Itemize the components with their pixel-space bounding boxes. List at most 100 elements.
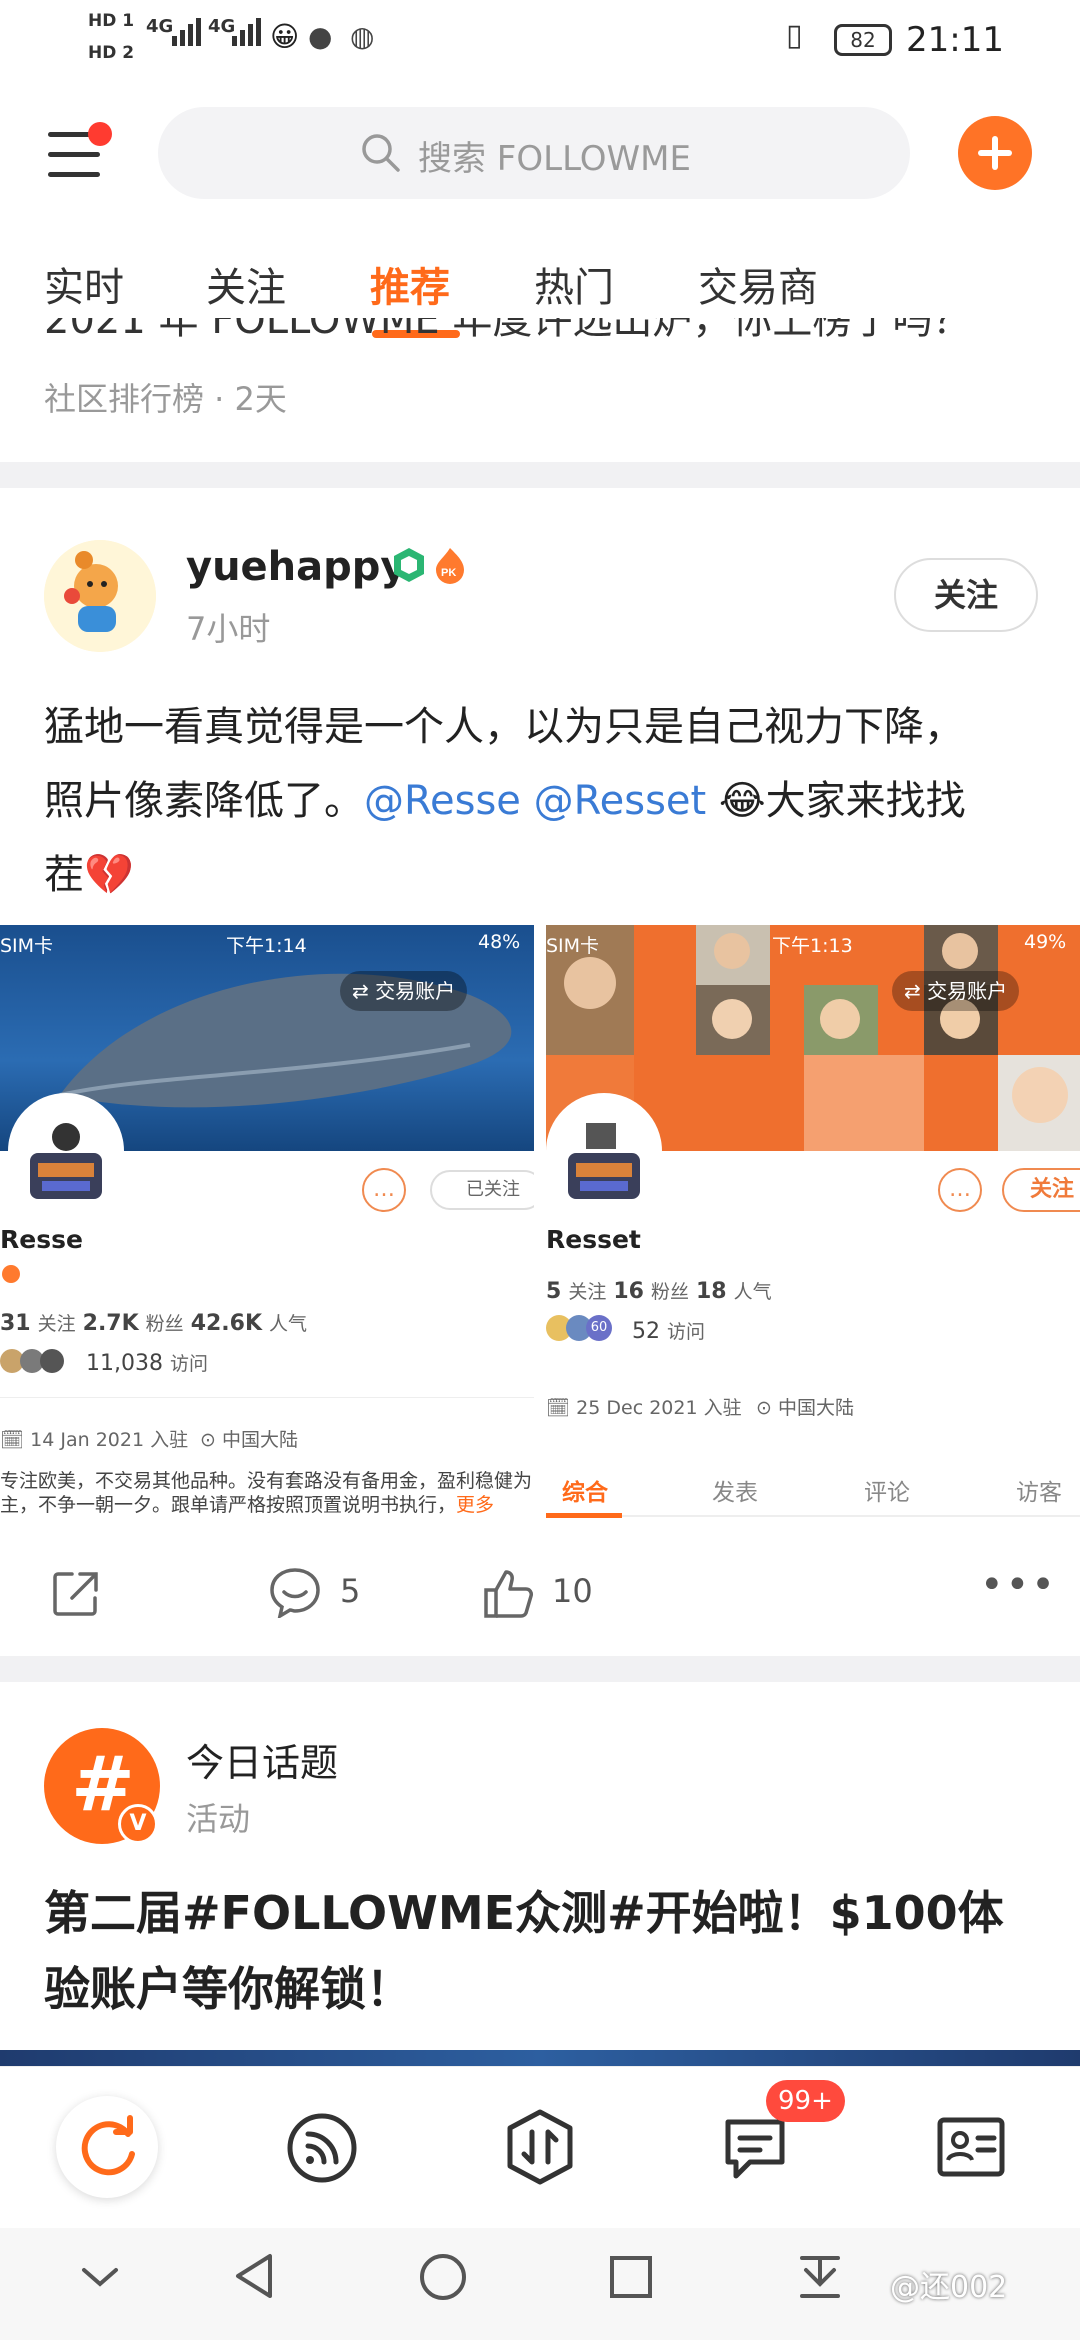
signal2-icon <box>232 18 264 46</box>
section-divider <box>0 1656 1080 1682</box>
avatar[interactable] <box>44 540 156 652</box>
vibrate-icon: ▯ <box>786 18 803 53</box>
search-placeholder: 搜索 FOLLOWME <box>418 139 691 179</box>
tab-realtime[interactable]: 实时 <box>44 255 124 313</box>
network1-label: 4G <box>146 16 174 37</box>
screen-battery: 49% <box>1024 931 1067 953</box>
profile-tab: 综合 <box>562 1480 608 1506</box>
comment-count[interactable]: 5 <box>340 1572 360 1610</box>
pk-badge-icon: PK <box>436 548 464 584</box>
profile-location: ⊙ 中国大陆 <box>200 1429 298 1451</box>
profile-card-icon[interactable] <box>936 2114 1006 2180</box>
laugh-emoji-icon: 😂 <box>718 778 766 824</box>
profile-tab-indicator <box>546 1513 622 1518</box>
profile-avatar <box>568 1123 640 1199</box>
post-body-line: 照片像素降低了。@Resse @Resset 😂大家来找找 <box>44 778 966 824</box>
tab-recommended[interactable]: 推荐 <box>370 255 450 313</box>
follow-button-preview: 关注 <box>1002 1168 1080 1212</box>
verified-badge-icon <box>394 548 424 582</box>
mention-link[interactable]: @Resse <box>364 778 521 824</box>
hd2-indicator: HD 2 <box>88 43 135 63</box>
message-icon[interactable] <box>722 2114 788 2184</box>
post-time: 7小时 <box>186 610 271 648</box>
app-notification-icon: 😀 <box>270 20 300 53</box>
profile-joined: 🗓 25 Dec 2021 入驻 <box>546 1397 742 1419</box>
more-options-icon[interactable]: ••• <box>980 1562 1057 1608</box>
section-divider <box>0 462 1080 488</box>
comment-icon[interactable] <box>268 1566 322 1618</box>
visitor-avatars: 60 <box>546 1315 626 1343</box>
screen-time: 下午1:13 <box>772 935 853 957</box>
create-post-button[interactable] <box>958 116 1032 190</box>
svg-text:PK: PK <box>441 567 456 579</box>
prev-post-text[interactable]: 2021 年 FOLLOWME 年度评选出炉，你上榜了吗？ <box>44 318 1044 348</box>
tab-hot[interactable]: 热门 <box>534 255 614 313</box>
follow-button[interactable]: 关注 <box>894 558 1038 632</box>
search-icon <box>362 134 400 172</box>
topic-name[interactable]: 今日话题 <box>186 1732 338 1787</box>
post-author-name[interactable]: yuehappy <box>186 544 407 590</box>
unread-badge: 99+ <box>766 2080 845 2122</box>
post-body[interactable]: 猛地一看真觉得是一个人，以为只是自己视力下降， 照片像素降低了。@Resse @… <box>44 690 1044 912</box>
notification-dot <box>88 122 112 146</box>
pk-icon <box>2 1265 20 1283</box>
refresh-icon <box>81 2115 135 2176</box>
topic-title[interactable]: 第二届#FOLLOWME众测#开始啦！$100体 验账户等你解锁！ <box>44 1875 1044 2027</box>
profile-stats: 31 关注 2.7K 粉丝 42.6K 人气 <box>0 1311 308 1336</box>
verified-v-icon: V <box>118 1804 158 1844</box>
profile-tab: 访客 <box>1016 1480 1062 1506</box>
trade-icon[interactable] <box>504 2108 576 2186</box>
switch-account-button: ⇄ 交易账户 <box>892 971 1020 1011</box>
message-icon: … <box>362 1168 406 1212</box>
wechat-icon: ● <box>308 20 333 53</box>
banner-preview <box>0 2050 1080 2066</box>
clock: 21:11 <box>906 20 1004 60</box>
profile-visits: 52 访问 <box>632 1319 706 1344</box>
like-icon[interactable] <box>482 1566 536 1620</box>
mention-link[interactable]: @Resset <box>534 778 707 824</box>
divider <box>0 1397 534 1398</box>
post-body-line: 猛地一看真觉得是一个人，以为只是自己视力下降， <box>44 704 964 750</box>
screen-time: 下午1:14 <box>226 935 307 957</box>
profile-name: Resset <box>546 1225 641 1254</box>
divider <box>546 1515 1080 1517</box>
screen-battery: 48% <box>478 931 521 953</box>
battery-indicator: 82 <box>834 24 892 56</box>
profile-bio: 专注欧美，不交易其他品种。没有套路没有备用金，盈利稳健为主，不争一朝一夕。跟单请… <box>0 1470 533 1516</box>
share-icon[interactable] <box>50 1568 102 1620</box>
profile-avatar-frame <box>546 1093 662 1209</box>
profile-visits: 11,038 访问 <box>86 1351 208 1376</box>
refresh-button[interactable] <box>56 2096 158 2198</box>
back-icon[interactable] <box>230 2250 276 2302</box>
profile-location: ⊙ 中国大陆 <box>756 1397 854 1419</box>
notification-pull-icon[interactable] <box>796 2252 844 2302</box>
screen-sim: SIM卡 <box>0 935 54 957</box>
profile-avatar-frame <box>8 1093 124 1209</box>
broken-heart-emoji-icon: 💔 <box>84 852 134 898</box>
like-count[interactable]: 10 <box>552 1572 593 1610</box>
post-image-left[interactable]: SIM卡 下午1:14 48% ⇄ 交易账户 … 已关注 Resse 31 关注… <box>0 925 534 1530</box>
profile-name: Resse <box>0 1225 83 1254</box>
menu-button[interactable] <box>44 122 114 182</box>
profile-stats: 5 关注 16 粉丝 18 人气 <box>546 1279 772 1304</box>
tab-following[interactable]: 关注 <box>206 255 286 313</box>
chevron-down-icon[interactable] <box>78 2262 122 2292</box>
switch-account-button: ⇄ 交易账户 <box>340 971 468 1011</box>
status-bar: HD 1 HD 2 4G 4G 😀 ● ◍ ▯ 82 21:11 <box>0 0 1080 84</box>
hd1-indicator: HD 1 <box>88 11 135 31</box>
post-body-line: 茬💔 <box>44 852 134 898</box>
topic-type: 活动 <box>186 1800 251 1838</box>
feed-icon[interactable] <box>286 2112 358 2184</box>
followed-button: 已关注 <box>430 1170 534 1210</box>
prev-post-meta: 社区排行榜 · 2天 <box>44 380 287 418</box>
signal1-icon <box>172 18 204 46</box>
post-image-right[interactable]: SIM卡 下午1:13 49% ⇄ 交易账户 … 关注 Resset 5 关注 … <box>546 925 1080 1530</box>
home-icon[interactable] <box>418 2252 468 2302</box>
message-icon: … <box>938 1168 982 1212</box>
tab-brokers[interactable]: 交易商 <box>698 255 818 313</box>
watermark: @还002 <box>890 2270 1008 2305</box>
visitor-avatars <box>0 1349 74 1375</box>
profile-joined: 🗓 14 Jan 2021 入驻 <box>0 1429 189 1451</box>
profile-tab: 评论 <box>864 1480 910 1506</box>
recents-icon[interactable] <box>608 2254 654 2300</box>
